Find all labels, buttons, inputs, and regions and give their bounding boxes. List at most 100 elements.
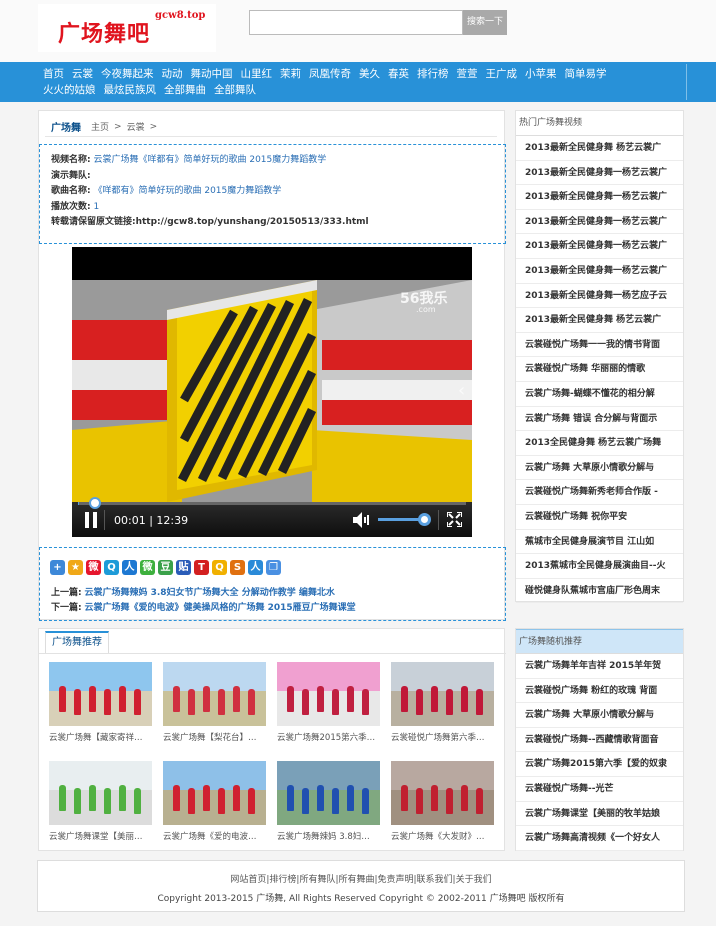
nav-item[interactable]: 全部舞曲	[164, 83, 206, 98]
nav-item[interactable]: 春英	[388, 67, 409, 82]
recommend-item[interactable]: 云裳碰悦广场舞第六季…	[391, 662, 494, 743]
sidebar-hot-item[interactable]: 2013最新全民健身舞一杨艺云裳广	[516, 210, 683, 235]
progress-bar[interactable]	[78, 497, 466, 509]
recommend-item[interactable]: 云裳广场舞辣妈 3.8妇…	[277, 761, 380, 842]
volume-icon[interactable]	[353, 512, 371, 528]
sidebar-random-item[interactable]: 云裳广场舞课堂【美丽的牧羊姑娘	[516, 802, 683, 827]
nav-item[interactable]: 王广成	[486, 67, 518, 82]
sidebar-hot-item[interactable]: 2013最新全民健身舞一杨艺应子云	[516, 284, 683, 309]
video-player[interactable]: 56我乐 .com ‹ 00:01 | 12:39	[72, 247, 472, 537]
nav-item[interactable]: 今夜舞起来	[101, 67, 154, 82]
plus-icon[interactable]: +	[50, 560, 65, 575]
sidebar-hot-item[interactable]: 2013最新全民健身舞一杨艺云裳广	[516, 259, 683, 284]
sidebar-hot-item[interactable]: 2013蕉城市全民健身展演曲目--火	[516, 554, 683, 579]
recommend-title[interactable]: 广场舞推荐	[45, 631, 109, 653]
sidebar-hot-item[interactable]: 2013最新全民健身舞一杨艺云裳广	[516, 234, 683, 259]
recommend-thumbnail[interactable]	[163, 662, 266, 726]
star-icon[interactable]: ★	[68, 560, 83, 575]
next-arrow-icon[interactable]: ‹	[458, 380, 465, 401]
t-icon[interactable]: T	[194, 560, 209, 575]
nav-item[interactable]: 云裳	[72, 67, 93, 82]
sidebar-hot-item[interactable]: 2013最新全民健身舞一杨艺云裳广	[516, 161, 683, 186]
renren-icon[interactable]: 人	[248, 560, 263, 575]
sidebar-hot-item[interactable]: 云裳碰悦广场舞一一我的情书背面	[516, 333, 683, 358]
sidebar-hot-item[interactable]: 云裳广场舞-蝴蝶不懂花的相分解	[516, 382, 683, 407]
next-link[interactable]: 云裳广场舞《爱的电波》健美操风格的广场舞 2015雁豆广场舞课堂	[84, 603, 355, 613]
sidebar-random-item[interactable]: 云裳广场舞高清视频《一个好女人	[516, 826, 683, 851]
nav-item[interactable]: 排行榜	[417, 67, 449, 82]
qq-icon[interactable]: Q	[212, 560, 227, 575]
video-name-value[interactable]: 云裳广场舞《咩都有》简单好玩的歌曲 2015魔力舞蹈教学	[93, 155, 326, 165]
nav-item[interactable]: 动动	[162, 67, 183, 82]
s-icon[interactable]: S	[230, 560, 245, 575]
tieba-icon[interactable]: 贴	[176, 560, 191, 575]
volume-knob[interactable]	[418, 513, 431, 526]
nav-item[interactable]: 全部舞队	[214, 83, 256, 98]
sidebar-hot-item[interactable]: 2013全民健身舞 杨艺云裳广场舞	[516, 431, 683, 456]
wechat-icon[interactable]: 微	[140, 560, 155, 575]
sidebar-random-item[interactable]: 云裳广场舞羊年吉祥 2015羊年贺	[516, 654, 683, 679]
weibo-icon[interactable]: 微	[86, 560, 101, 575]
recommend-item[interactable]: 云裳广场舞《大发财》…	[391, 761, 494, 842]
sidebar-random-item[interactable]: 云裳广场舞 大草原小情歌分解与	[516, 703, 683, 728]
recommend-thumbnail[interactable]	[391, 761, 494, 825]
site-logo[interactable]: 广场舞吧 gcw8.top	[38, 4, 216, 52]
footer-links[interactable]: 网站首页|排行榜|所有舞队|所有舞曲|免责声明|联系我们|关于我们	[38, 872, 684, 885]
search-input[interactable]	[249, 10, 463, 35]
recommend-item[interactable]: 云裳广场舞【藏家寄祥…	[49, 662, 152, 743]
sidebar-hot-item[interactable]: 2013最新全民健身舞 杨艺云裳广	[516, 136, 683, 161]
recommend-caption[interactable]: 云裳广场舞课堂【美丽…	[49, 830, 152, 842]
sidebar-random-item[interactable]: 云裳广场舞2015第六季【爱的奴隶	[516, 752, 683, 777]
search-button[interactable]: 搜索一下	[463, 10, 507, 35]
nav-item[interactable]: 萱萱	[457, 67, 478, 82]
tencent-icon[interactable]: 人	[122, 560, 137, 575]
progress-knob[interactable]	[88, 497, 101, 509]
nav-item[interactable]: 美久	[359, 67, 380, 82]
video-frame[interactable]: 56我乐 .com ‹	[72, 280, 472, 502]
sidebar-random-item[interactable]: 云裳碰悦广场舞--西藏情歌背面音	[516, 728, 683, 753]
recommend-item[interactable]: 云裳广场舞课堂【美丽…	[49, 761, 152, 842]
recommend-caption[interactable]: 云裳广场舞《爱的电波…	[163, 830, 266, 842]
recommend-thumbnail[interactable]	[277, 662, 380, 726]
recommend-thumbnail[interactable]	[49, 662, 152, 726]
breadcrumb-item[interactable]: 主页	[91, 120, 109, 133]
recommend-caption[interactable]: 云裳广场舞【梨花台】…	[163, 731, 266, 743]
recommend-caption[interactable]: 云裳广场舞【藏家寄祥…	[49, 731, 152, 743]
sidebar-hot-item[interactable]: 云裳碰悦广场舞新秀老师合作版 -	[516, 480, 683, 505]
reprint-text[interactable]: 转载请保留原文链接:http://gcw8.top/yunshang/20150…	[51, 217, 369, 227]
recommend-item[interactable]: 云裳广场舞《爱的电波…	[163, 761, 266, 842]
sidebar-random-item[interactable]: 云裳碰悦广场舞--光芒	[516, 777, 683, 802]
song-value[interactable]: 《咩都有》简单好玩的歌曲 2015魔力舞蹈教学	[93, 186, 281, 196]
qzone-icon[interactable]: Q	[104, 560, 119, 575]
pause-icon[interactable]	[84, 512, 98, 528]
sidebar-hot-item[interactable]: 云裳碰悦广场舞 祝你平安	[516, 505, 683, 530]
recommend-thumbnail[interactable]	[49, 761, 152, 825]
sidebar-hot-item[interactable]: 云裳碰悦广场舞 华丽丽的情歌	[516, 357, 683, 382]
sidebar-hot-item[interactable]: 蕉城市全民健身展演节目 江山如	[516, 530, 683, 555]
recommend-thumbnail[interactable]	[163, 761, 266, 825]
nav-item[interactable]: 小苹果	[525, 67, 557, 82]
breadcrumb-item[interactable]: 云裳	[127, 120, 145, 133]
douban-icon[interactable]: 豆	[158, 560, 173, 575]
copy-icon[interactable]: ❐	[266, 560, 281, 575]
nav-item[interactable]: 简单易学	[565, 67, 607, 82]
breadcrumb-home[interactable]: 广场舞	[51, 119, 81, 134]
nav-item[interactable]: 火火的姑娘	[43, 83, 96, 98]
recommend-caption[interactable]: 云裳广场舞2015第六季…	[277, 731, 380, 743]
recommend-thumbnail[interactable]	[277, 761, 380, 825]
nav-item[interactable]: 山里红	[241, 67, 273, 82]
sidebar-hot-item[interactable]: 云裳广场舞 错误 合分解与背面示	[516, 407, 683, 432]
recommend-thumbnail[interactable]	[391, 662, 494, 726]
recommend-item[interactable]: 云裳广场舞2015第六季…	[277, 662, 380, 743]
sidebar-hot-item[interactable]: 云裳广场舞 大草原小情歌分解与	[516, 456, 683, 481]
nav-item[interactable]: 凤凰传奇	[309, 67, 351, 82]
prev-link[interactable]: 云裳广场舞辣妈 3.8妇女节广场舞大全 分解动作教学 编舞北水	[84, 588, 334, 598]
sidebar-hot-item[interactable]: 2013最新全民健身舞 杨艺云裳广	[516, 308, 683, 333]
recommend-caption[interactable]: 云裳碰悦广场舞第六季…	[391, 731, 494, 743]
recommend-caption[interactable]: 云裳广场舞《大发财》…	[391, 830, 494, 842]
recommend-caption[interactable]: 云裳广场舞辣妈 3.8妇…	[277, 830, 380, 842]
nav-item[interactable]: 茉莉	[280, 67, 301, 82]
recommend-item[interactable]: 云裳广场舞【梨花台】…	[163, 662, 266, 743]
fullscreen-icon[interactable]	[447, 512, 462, 527]
nav-item[interactable]: 最炫民族风	[104, 83, 157, 98]
